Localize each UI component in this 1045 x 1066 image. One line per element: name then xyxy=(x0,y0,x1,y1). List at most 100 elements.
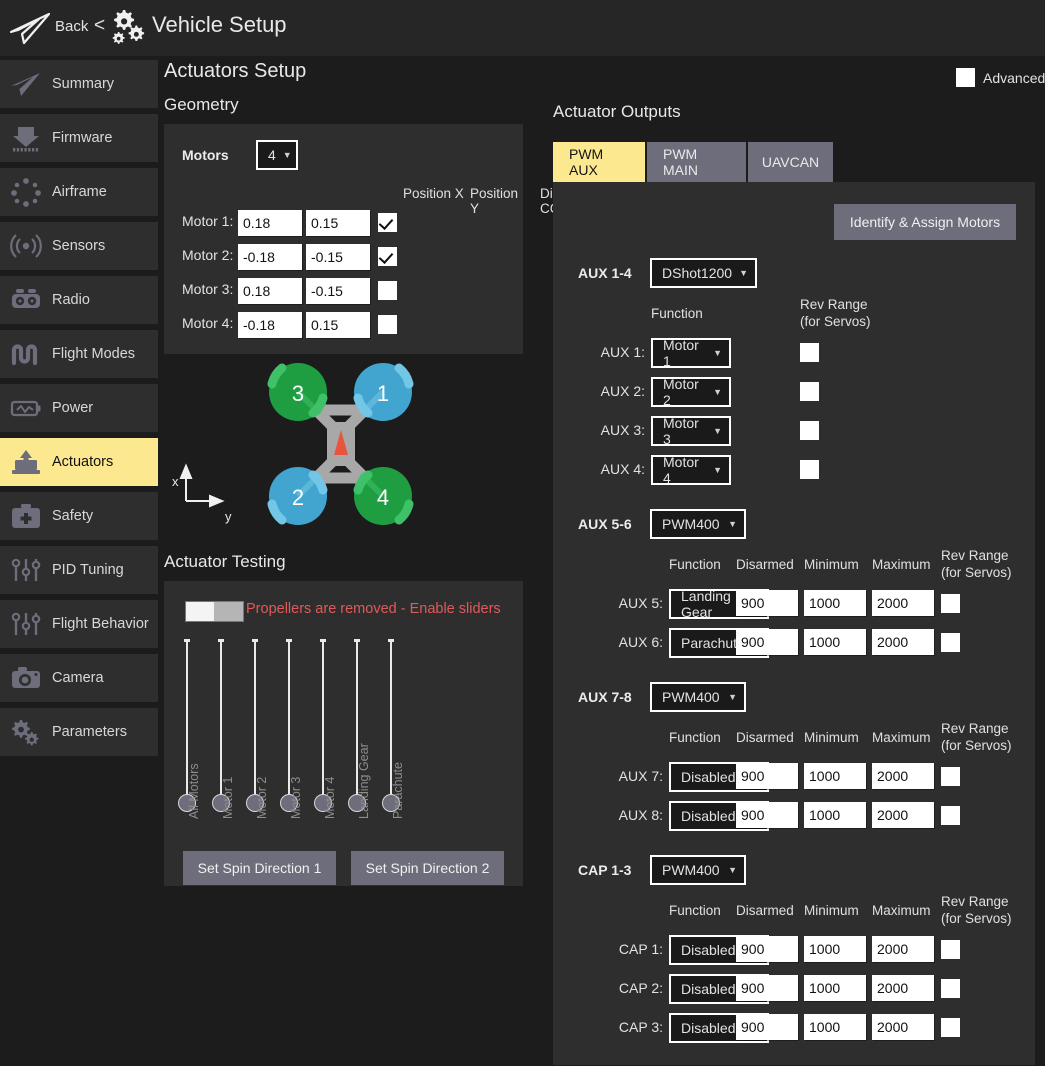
enable-sliders-toggle[interactable] xyxy=(185,601,244,622)
rev-range-checkbox[interactable] xyxy=(941,979,960,998)
col-header-rev-range-line2: (for Servos) xyxy=(800,314,871,329)
direction-ccw-checkbox[interactable] xyxy=(378,281,397,300)
direction-ccw-checkbox[interactable] xyxy=(378,315,397,334)
sidebar-item-safety[interactable]: Safety xyxy=(0,492,158,540)
col-header-disarmed: Disarmed xyxy=(736,557,794,572)
protocol-dropdown[interactable]: DShot1200 ▼ xyxy=(650,258,757,288)
set-spin-direction-1-button[interactable]: Set Spin Direction 1 xyxy=(183,851,336,885)
sidebar-item-actuators[interactable]: Actuators xyxy=(0,438,158,486)
back-chevron-icon[interactable]: < xyxy=(94,15,105,37)
sidebar-item-label: Summary xyxy=(52,76,115,92)
rev-range-checkbox[interactable] xyxy=(941,633,960,652)
set-spin-direction-2-button[interactable]: Set Spin Direction 2 xyxy=(351,851,504,885)
sidebar-item-summary[interactable]: Summary xyxy=(0,60,158,108)
maximum-input[interactable] xyxy=(872,1014,934,1040)
position-y-input[interactable] xyxy=(306,278,370,304)
output-row-label: AUX 1: xyxy=(600,344,645,360)
motors-label: Motors xyxy=(182,147,229,163)
maximum-input[interactable] xyxy=(872,975,934,1001)
disarmed-input[interactable] xyxy=(736,629,798,655)
position-x-input[interactable] xyxy=(238,278,302,304)
maximum-input[interactable] xyxy=(872,629,934,655)
chevron-down-icon: ▼ xyxy=(728,518,737,529)
maximum-input[interactable] xyxy=(872,590,934,616)
tab-pwm-main[interactable]: PWM MAIN xyxy=(647,142,746,182)
rev-range-checkbox[interactable] xyxy=(800,460,819,479)
tab-uavcan[interactable]: UAVCAN xyxy=(748,142,833,182)
back-button-label[interactable]: Back xyxy=(55,18,88,35)
minimum-input[interactable] xyxy=(804,763,866,789)
minimum-input[interactable] xyxy=(804,1014,866,1040)
function-dropdown[interactable]: Motor 2 ▼ xyxy=(651,376,731,408)
outputs-heading: Actuator Outputs xyxy=(553,102,681,121)
function-dropdown[interactable]: Motor 4 ▼ xyxy=(651,454,731,486)
disarmed-input[interactable] xyxy=(736,802,798,828)
chevron-down-icon: ▼ xyxy=(713,425,722,436)
actuator-outputs-panel: Identify & Assign Motors AUX 1-4 DShot120… xyxy=(553,182,1035,1065)
chevron-down-icon: ▼ xyxy=(713,386,722,397)
disarmed-input[interactable] xyxy=(736,590,798,616)
output-group-name: AUX 1-4 xyxy=(578,265,632,281)
minimum-input[interactable] xyxy=(804,802,866,828)
rev-range-checkbox[interactable] xyxy=(941,594,960,613)
position-x-input[interactable] xyxy=(238,244,302,270)
col-header-minimum: Minimum xyxy=(804,730,859,745)
rev-range-checkbox[interactable] xyxy=(941,806,960,825)
paper-plane-icon[interactable] xyxy=(8,10,52,46)
sidebar-item-camera[interactable]: Camera xyxy=(0,654,158,702)
position-x-input[interactable] xyxy=(238,312,302,338)
sidebar-item-label: Airframe xyxy=(52,184,107,200)
function-value: Disabled xyxy=(681,981,736,997)
col-header-minimum: Minimum xyxy=(804,903,859,918)
disarmed-input[interactable] xyxy=(736,1014,798,1040)
disarmed-input[interactable] xyxy=(736,763,798,789)
sidebar-item-flight-modes[interactable]: Flight Modes xyxy=(0,330,158,378)
protocol-dropdown[interactable]: PWM400 ▼ xyxy=(650,682,746,712)
rev-range-checkbox[interactable] xyxy=(941,940,960,959)
rev-range-checkbox[interactable] xyxy=(941,767,960,786)
position-y-input[interactable] xyxy=(306,312,370,338)
protocol-dropdown[interactable]: PWM400 ▼ xyxy=(650,509,746,539)
minimum-input[interactable] xyxy=(804,975,866,1001)
maximum-input[interactable] xyxy=(872,763,934,789)
rev-range-checkbox[interactable] xyxy=(800,382,819,401)
position-y-input[interactable] xyxy=(306,244,370,270)
advanced-checkbox[interactable] xyxy=(956,68,975,87)
function-dropdown[interactable]: Motor 3 ▼ xyxy=(651,415,731,447)
sidebar-item-sensors[interactable]: Sensors xyxy=(0,222,158,270)
direction-ccw-checkbox[interactable] xyxy=(378,213,397,232)
sidebar-item-radio[interactable]: Radio xyxy=(0,276,158,324)
minimum-input[interactable] xyxy=(804,936,866,962)
protocol-dropdown[interactable]: PWM400 ▼ xyxy=(650,855,746,885)
direction-ccw-checkbox[interactable] xyxy=(378,247,397,266)
advanced-toggle-group: Advanced xyxy=(956,68,1045,87)
maximum-input[interactable] xyxy=(872,802,934,828)
gears-icon xyxy=(0,708,52,756)
sidebar-item-flight-behavior[interactable]: Flight Behavior xyxy=(0,600,158,648)
identify-assign-motors-button[interactable]: Identify & Assign Motors xyxy=(834,204,1016,240)
sidebar-item-parameters[interactable]: Parameters xyxy=(0,708,158,756)
output-row-label: AUX 2: xyxy=(600,383,645,399)
motors-count-dropdown[interactable]: 4 ▼ xyxy=(256,140,298,170)
sidebar-item-power[interactable]: Power xyxy=(0,384,158,432)
tab-pwm-aux[interactable]: PWM AUX xyxy=(553,142,645,182)
disarmed-input[interactable] xyxy=(736,975,798,1001)
minimum-input[interactable] xyxy=(804,629,866,655)
rev-range-checkbox[interactable] xyxy=(800,343,819,362)
position-y-input[interactable] xyxy=(306,210,370,236)
maximum-input[interactable] xyxy=(872,936,934,962)
svg-text:2: 2 xyxy=(292,485,304,510)
rev-range-checkbox[interactable] xyxy=(941,1018,960,1037)
rev-range-checkbox[interactable] xyxy=(800,421,819,440)
function-dropdown[interactable]: Motor 1 ▼ xyxy=(651,337,731,369)
toggle-knob xyxy=(186,602,214,621)
sidebar-item-airframe[interactable]: Airframe xyxy=(0,168,158,216)
disarmed-input[interactable] xyxy=(736,936,798,962)
sidebar-item-pid-tuning[interactable]: PID Tuning xyxy=(0,546,158,594)
output-group-header: AUX 1-4 DShot1200 ▼ xyxy=(578,258,757,288)
sidebar-item-firmware[interactable]: Firmware xyxy=(0,114,158,162)
minimum-input[interactable] xyxy=(804,590,866,616)
col-header-rev-range-line1: Rev Range xyxy=(941,721,1009,736)
position-x-input[interactable] xyxy=(238,210,302,236)
advanced-label: Advanced xyxy=(983,69,1045,86)
